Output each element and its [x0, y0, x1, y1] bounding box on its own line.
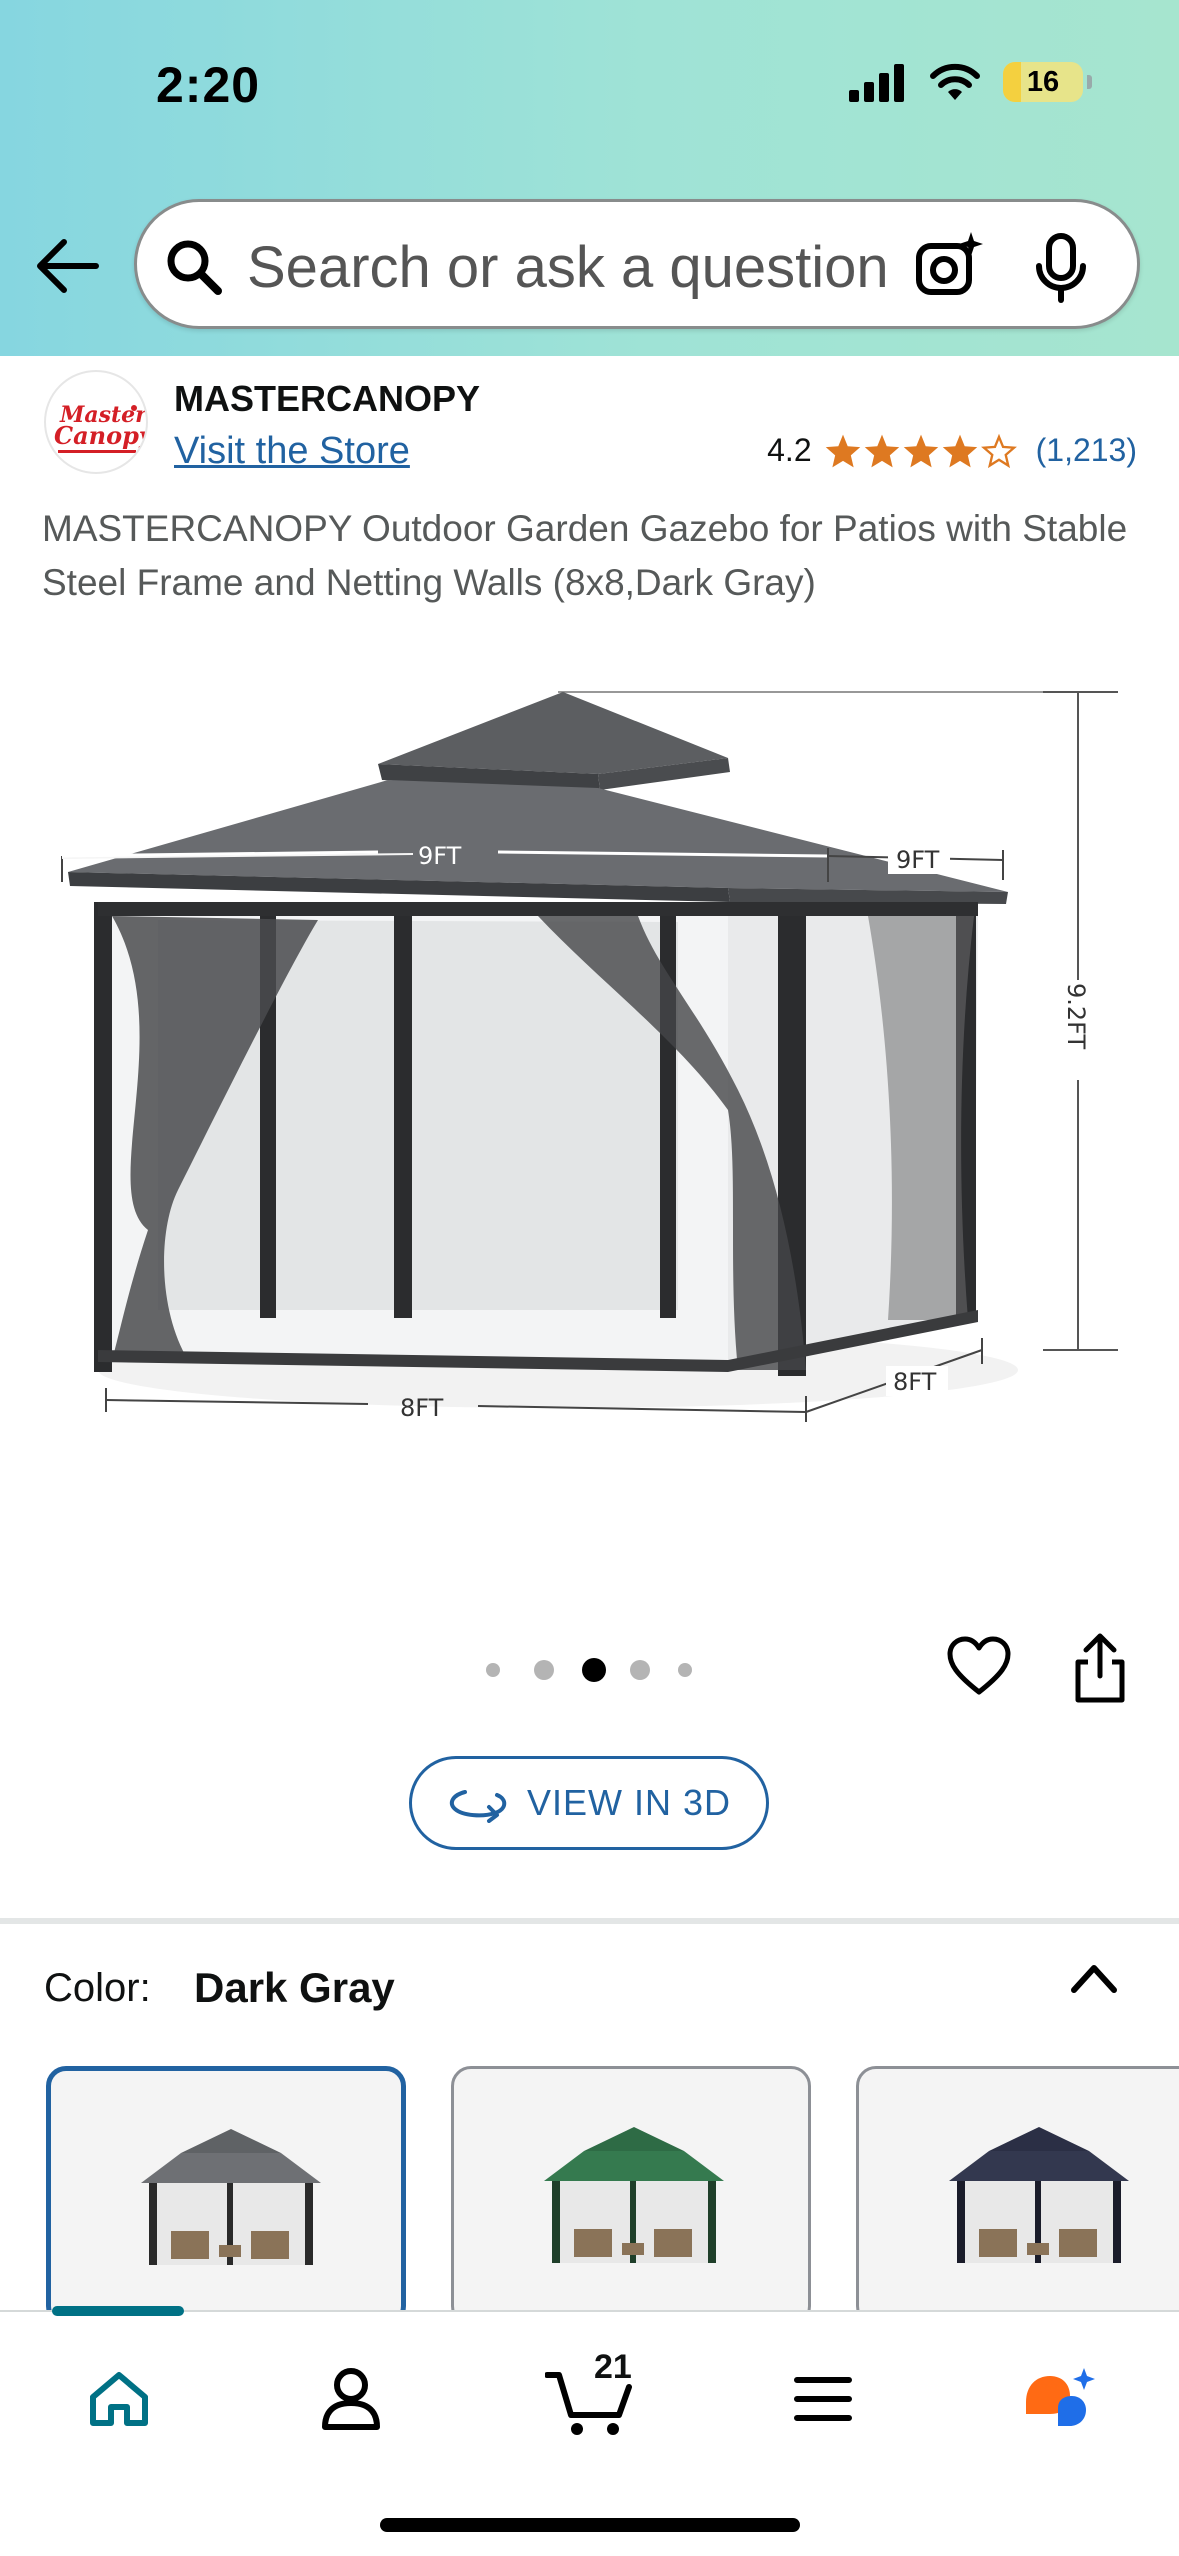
color-swatch-navy[interactable] [856, 2066, 1179, 2326]
rating-row[interactable]: 4.2 (1,213) [767, 432, 1137, 469]
heart-icon[interactable] [946, 1636, 1012, 1696]
section-divider [0, 1918, 1179, 1924]
camera-icon[interactable] [913, 230, 987, 300]
rufus-icon [1026, 2368, 1095, 2426]
battery-indicator: 16 [1003, 62, 1092, 102]
base-front-dimension-label: 8FT [400, 1394, 444, 1422]
height-dimension-label: 9.2FT [1062, 983, 1090, 1050]
view-in-3d-label: VIEW IN 3D [526, 1782, 732, 1823]
roof-front-dimension-label: 9FT [418, 842, 462, 870]
star-rating [824, 433, 1018, 469]
review-count-link[interactable]: (1,213) [1036, 432, 1137, 469]
account-icon [322, 2368, 380, 2430]
carousel-dot[interactable] [534, 1660, 554, 1680]
star-empty-icon [980, 433, 1017, 468]
selected-color-value: Dark Gray [194, 1964, 395, 2011]
gazebo-dark-gray-thumbnail [141, 2129, 321, 2265]
rating-value: 4.2 [767, 432, 812, 468]
gazebo-navy-thumbnail [949, 2127, 1129, 2263]
brand-logo[interactable]: Master Canopy [44, 370, 148, 474]
nav-home[interactable] [74, 2354, 164, 2444]
visit-store-link[interactable]: Visit the Store [174, 430, 410, 473]
nav-rufus[interactable] [1010, 2354, 1110, 2444]
product-image[interactable]: 9.2FT 9FT 9FT 8FT 8FT [38, 670, 1142, 1470]
base-side-dimension-label: 8FT [893, 1368, 937, 1396]
brand-name: MASTERCANOPY [174, 378, 481, 419]
carousel-dot-active[interactable] [582, 1658, 606, 1682]
color-swatch-green[interactable] [451, 2066, 811, 2326]
search-bar[interactable]: Search or ask a question [134, 199, 1140, 329]
home-icon [90, 2372, 148, 2426]
nav-account[interactable] [306, 2354, 396, 2444]
star-full-icon [825, 434, 860, 467]
star-full-icon [942, 434, 977, 467]
view-in-3d-button[interactable]: VIEW IN 3D [409, 1756, 769, 1850]
product-title: MASTERCANOPY Outdoor Garden Gazebo for P… [42, 508, 1128, 603]
search-icon [167, 240, 222, 295]
color-swatch-dark-gray[interactable] [46, 2066, 406, 2326]
svg-text:Canopy: Canopy [54, 421, 148, 450]
nav-menu[interactable] [778, 2354, 868, 2444]
carousel-dot[interactable] [678, 1663, 692, 1677]
share-icon[interactable] [1070, 1632, 1130, 1704]
rotate-3d-icon [449, 1790, 507, 1823]
status-time: 2:20 [156, 57, 261, 113]
star-full-icon [903, 434, 938, 467]
carousel-dot[interactable] [486, 1663, 500, 1677]
status-icons: 16 [849, 62, 1092, 102]
active-tab-indicator [52, 2306, 184, 2316]
microphone-icon[interactable] [1035, 232, 1087, 304]
nav-cart[interactable]: 21 [540, 2348, 640, 2444]
home-indicator [380, 2518, 800, 2532]
gazebo-green-thumbnail [544, 2127, 724, 2263]
cart-item-count: 21 [594, 2348, 632, 2386]
wifi-icon [930, 63, 980, 100]
search-input[interactable]: Search or ask a question [247, 234, 947, 301]
menu-icon [794, 2377, 852, 2421]
cellular-signal-icon [849, 64, 904, 102]
color-label: Color: [44, 1966, 151, 2010]
mastercanopy-logo-icon: Master Canopy [54, 402, 148, 453]
star-full-icon [864, 434, 899, 467]
bottom-navigation-bar: 21 [0, 2306, 1179, 2556]
roof-side-dimension-label: 9FT [896, 846, 940, 874]
chevron-up-icon[interactable] [1068, 1960, 1120, 1996]
back-arrow-icon[interactable] [34, 236, 100, 296]
carousel-dot[interactable] [630, 1660, 650, 1680]
top-header: 2:20 16 Search or ask a question [0, 0, 1179, 356]
image-carousel-dots[interactable] [486, 1658, 692, 1682]
